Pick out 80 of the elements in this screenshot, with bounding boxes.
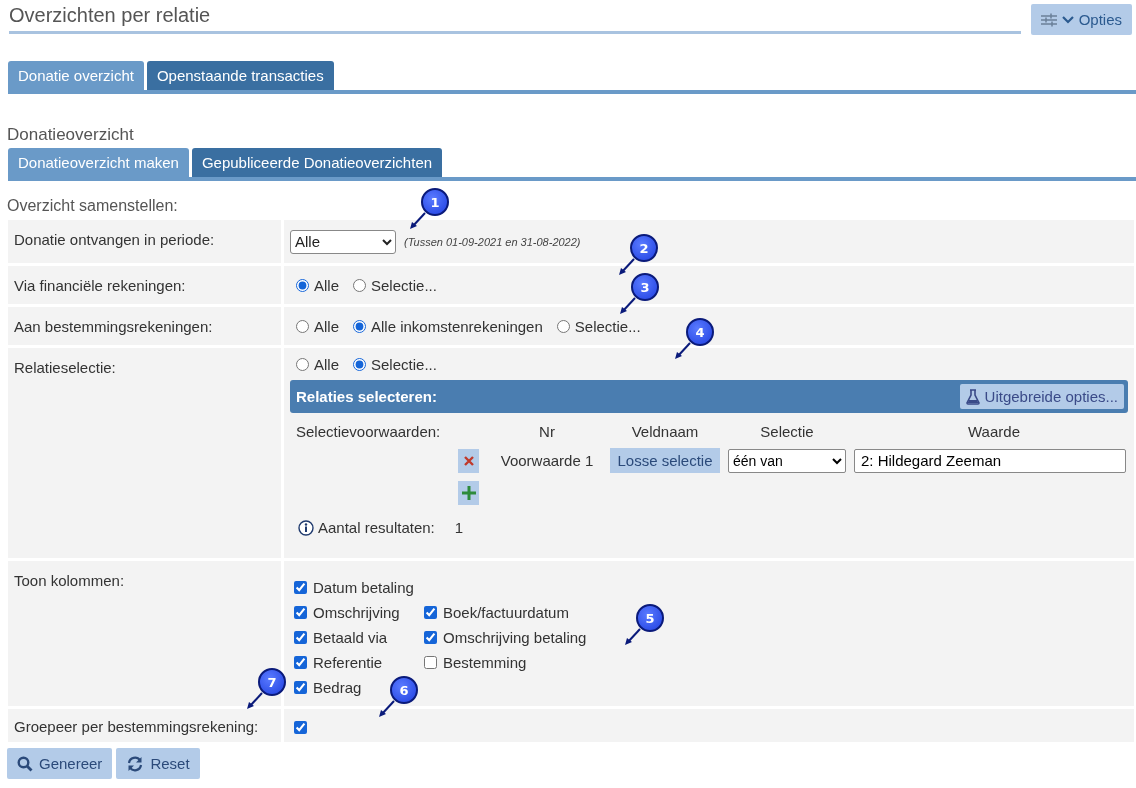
radio-button[interactable] [296, 279, 309, 292]
form-title: Overzicht samenstellen: [7, 197, 178, 215]
tab[interactable]: Donatie overzicht [8, 61, 144, 90]
option-label: Bestemming [443, 654, 527, 671]
checkbox[interactable] [424, 656, 437, 669]
flask-icon [965, 388, 980, 405]
reset-button[interactable]: Reset [116, 748, 200, 779]
plus-icon [461, 486, 476, 500]
delete-button[interactable] [458, 448, 479, 473]
panel-title: Relaties selecteren: [296, 388, 437, 405]
section-title: Donatieoverzicht [7, 125, 135, 145]
field-label: Via financiële rekeningen: [14, 277, 186, 294]
sliders-icon [1040, 12, 1057, 27]
radio-button[interactable] [556, 320, 570, 333]
tab[interactable]: Openstaande transacties [146, 61, 334, 90]
condition-number: Voorwaarde 1 [499, 452, 595, 469]
checkbox[interactable] [294, 631, 307, 644]
option-label: Referentie [313, 654, 383, 671]
option-label: Alle [314, 318, 339, 335]
chevron-down-icon [1061, 14, 1074, 25]
option-label: Omschrijving betaling [443, 629, 587, 646]
checkbox[interactable] [294, 581, 307, 594]
results-count: 1 [454, 519, 464, 536]
group-checkbox[interactable] [294, 721, 307, 734]
checkbox[interactable] [294, 656, 307, 669]
option-label: Omschrijving [313, 604, 400, 621]
options-button[interactable]: Opties [1030, 4, 1132, 35]
checkbox[interactable] [294, 681, 307, 694]
arrow-icon [619, 297, 637, 315]
radio-button[interactable] [353, 320, 366, 333]
tab[interactable]: Donatieoverzicht maken [8, 148, 189, 177]
option-label: Alle [314, 356, 339, 373]
option-label: Bedrag [313, 679, 362, 696]
results-label: Aantal resultaten: [318, 519, 435, 536]
checkbox[interactable] [294, 606, 307, 619]
conditions-label: Selectievoorwaarden: [296, 423, 442, 440]
generate-button[interactable]: Genereer [7, 748, 113, 779]
field-label: Toon kolommen: [14, 572, 125, 589]
field-label: Groepeer per bestemmingsrekening: [14, 718, 259, 735]
arrow-icon [618, 258, 636, 276]
option-label: Alle inkomstenrekeningen [371, 318, 543, 335]
search-icon [17, 755, 33, 772]
column-header: Veldnaam [630, 423, 700, 440]
value-field[interactable]: 2: Hildegard Zeeman [854, 448, 1126, 473]
option-label: Boek/factuurdatum [443, 604, 569, 621]
radio-button[interactable] [296, 358, 309, 371]
arrow-icon [246, 692, 264, 710]
callout-badge: 1 [421, 188, 449, 216]
column-header: Nr [538, 423, 556, 440]
radio-button[interactable] [296, 320, 309, 333]
option-label: Betaald via [313, 629, 388, 646]
advanced-options-button[interactable]: Uitgebreide opties... [959, 384, 1124, 409]
field-label: Aan bestemmingsrekeningen: [14, 318, 213, 335]
arrow-icon [624, 628, 642, 646]
period-note: (Tussen 01-09-2021 en 31-08-2022) [404, 235, 581, 248]
option-label: Selectie... [371, 277, 437, 294]
arrow-icon [409, 212, 427, 230]
arrow-icon [674, 342, 692, 360]
column-header: Waarde [967, 423, 1021, 440]
option-label: Selectie... [574, 318, 641, 335]
option-label: Selectie... [371, 356, 437, 373]
column-header: Selectie [759, 423, 815, 440]
field-label: Donatie ontvangen in periode: [14, 231, 215, 248]
period-select[interactable]: Alle [290, 229, 396, 254]
checkbox[interactable] [424, 606, 437, 619]
field-label: Relatieselectie: [14, 359, 116, 376]
arrow-icon [378, 700, 396, 718]
refresh-icon [126, 755, 145, 772]
selection-select[interactable]: één van [728, 448, 846, 473]
tab[interactable]: Gepubliceerde Donatieoverzichten [191, 148, 443, 177]
radio-button[interactable] [353, 279, 366, 292]
page-title: Overzichten per relatie [9, 4, 211, 26]
radio-button[interactable] [353, 358, 366, 371]
add-button[interactable] [458, 481, 479, 505]
checkbox[interactable] [424, 631, 437, 644]
option-label: Datum betaling [313, 579, 414, 596]
option-label: Alle [314, 277, 339, 294]
info-icon [298, 519, 314, 536]
close-icon [463, 455, 474, 466]
field-name-button[interactable]: Losse selectie [610, 448, 720, 473]
